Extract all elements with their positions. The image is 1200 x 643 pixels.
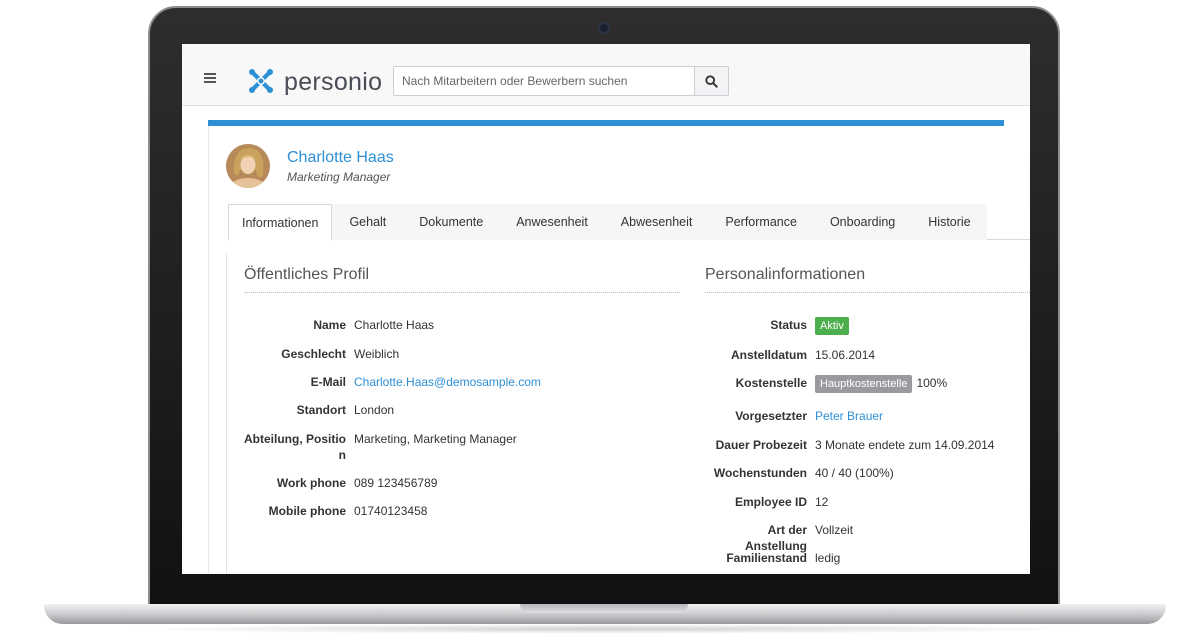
field-label: Abteilung, Position	[244, 432, 346, 462]
field-value: 40 / 40 (100%)	[815, 466, 894, 480]
field-value: London	[354, 403, 395, 417]
field-row-name: Name Charlotte Haas	[244, 317, 434, 333]
field-row-mobile-phone: Mobile phone 01740123458	[244, 503, 428, 519]
field-row-email: E-Mail Charlotte.Haas@demosample.com	[244, 374, 541, 390]
field-value: Marketing, Marketing Manager	[354, 432, 517, 446]
field-label: Familienstand	[726, 551, 807, 565]
cost-center-share: 100%	[916, 376, 948, 390]
field-row-status: Status Aktiv	[705, 317, 849, 335]
field-label: Mobile phone	[268, 504, 346, 518]
content-left-border	[226, 254, 227, 574]
field-label: Employee ID	[734, 495, 807, 509]
avatar[interactable]	[226, 144, 270, 188]
field-label: Status	[770, 318, 807, 332]
field-value: 12	[815, 495, 829, 509]
field-value: Weiblich	[354, 347, 400, 361]
field-label: Geschlecht	[281, 347, 346, 361]
field-row-start-date: Anstelldatum 15.06.2014	[705, 347, 875, 363]
hamburger-icon[interactable]	[204, 73, 216, 83]
field-label: Dauer Probezeit	[715, 438, 807, 452]
top-bar: personio	[182, 44, 1030, 106]
email-link[interactable]: Charlotte.Haas@demosample.com	[354, 374, 541, 390]
tab-historie[interactable]: Historie	[911, 204, 987, 240]
field-row-department: Abteilung, Position Marketing, Marketing…	[244, 431, 517, 463]
field-value: 3 Monate endete zum 14.09.2014	[815, 438, 995, 452]
screen: personio Charlotte Haas Marketing Manage…	[182, 44, 1030, 574]
public-profile-rule	[244, 292, 680, 293]
field-value: 089 123456789	[354, 476, 438, 490]
tab-performance[interactable]: Performance	[708, 204, 813, 240]
search-input[interactable]	[393, 66, 695, 96]
status-badge: Aktiv	[815, 317, 849, 335]
personal-info-heading: Personalinformationen	[705, 266, 866, 283]
search-button[interactable]	[694, 66, 729, 96]
tab-gehalt[interactable]: Gehalt	[332, 204, 403, 240]
field-label: Work phone	[276, 476, 346, 490]
laptop-notch	[520, 604, 688, 613]
supervisor-link[interactable]: Peter Brauer	[815, 408, 883, 424]
personio-logo-icon[interactable]	[246, 66, 276, 96]
tab-informationen[interactable]: Informationen	[228, 204, 333, 241]
field-row-probation: Dauer Probezeit 3 Monate endete zum 14.0…	[705, 437, 995, 453]
tab-bar: Informationen Gehalt Dokumente Anwesenhe…	[228, 204, 987, 241]
tab-onboarding[interactable]: Onboarding	[812, 204, 912, 240]
field-label: Vorgesetzter	[735, 409, 807, 423]
tab-abwesenheit[interactable]: Abwesenheit	[603, 204, 709, 240]
field-row-cost-center: Kostenstelle Hauptkostenstelle 100%	[705, 375, 947, 393]
field-row-marital-status: Familienstand ledig	[705, 550, 840, 566]
field-label: Standort	[296, 403, 346, 417]
public-profile-heading: Öffentliches Profil	[244, 266, 370, 283]
field-value: 15.06.2014	[815, 348, 876, 362]
field-label: Anstelldatum	[730, 348, 807, 362]
field-row-employee-id: Employee ID 12	[705, 494, 828, 510]
tab-anwesenheit[interactable]: Anwesenheit	[499, 204, 604, 240]
field-value: Charlotte Haas	[354, 318, 435, 332]
personal-info-rule	[705, 292, 1030, 293]
field-row-work-phone: Work phone 089 123456789	[244, 475, 438, 491]
field-label: Wochenstunden	[713, 466, 807, 480]
person-title: Marketing Manager	[287, 170, 391, 184]
tab-dokumente[interactable]: Dokumente	[402, 204, 500, 240]
field-row-weekly-hours: Wochenstunden 40 / 40 (100%)	[705, 465, 894, 481]
laptop-shadow	[120, 624, 1090, 634]
accent-bar	[208, 120, 1004, 126]
cost-center-badge: Hauptkostenstelle	[815, 375, 913, 393]
field-row-gender: Geschlecht Weiblich	[244, 346, 399, 362]
field-label: E-Mail	[310, 375, 346, 389]
field-label: Name	[313, 318, 346, 332]
field-label: Kostenstelle	[735, 376, 807, 390]
field-value: ledig	[815, 551, 841, 565]
search-icon	[705, 74, 718, 88]
person-name[interactable]: Charlotte Haas	[287, 149, 394, 167]
field-row-supervisor: Vorgesetzter Peter Brauer	[705, 408, 883, 424]
field-value: 01740123458	[354, 504, 428, 518]
logo-text: personio	[284, 68, 383, 96]
field-row-location: Standort London	[244, 402, 394, 418]
webcam	[598, 22, 610, 34]
